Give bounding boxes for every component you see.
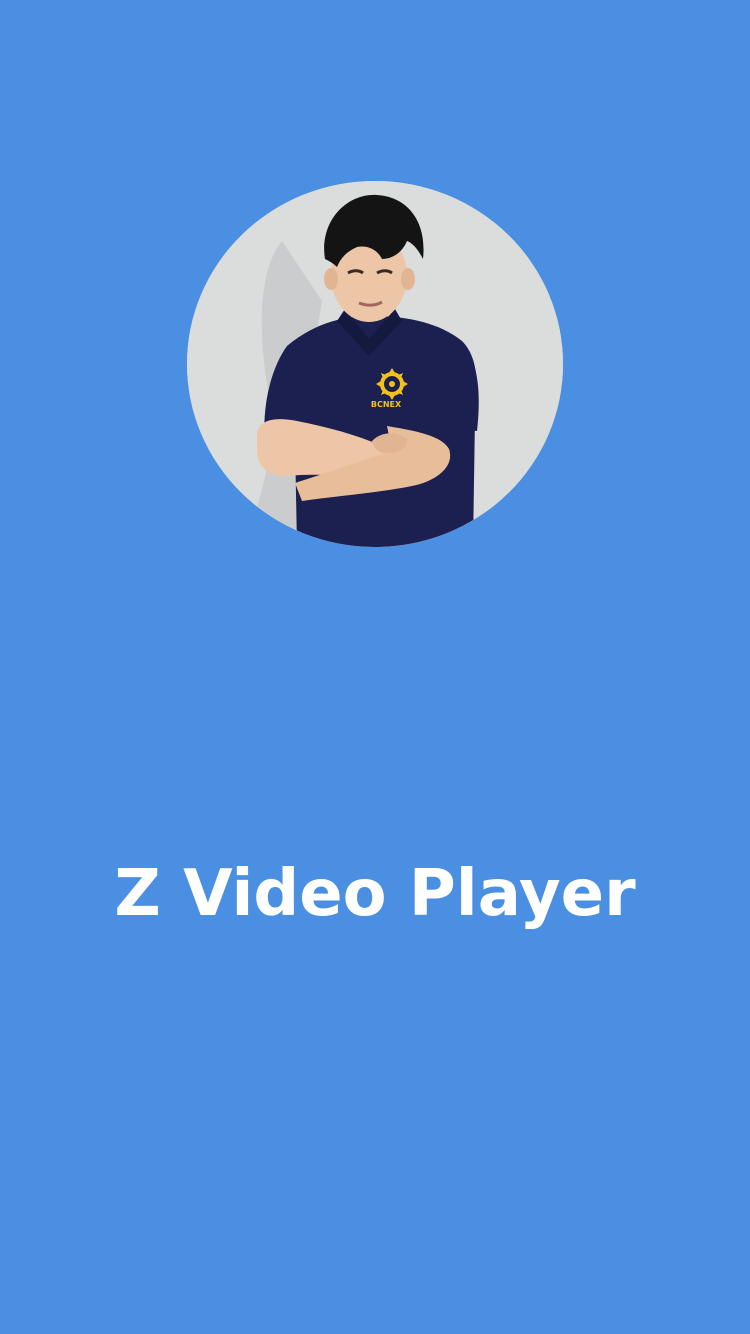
splash-screen: BCNEX Z Video Player [0,0,750,1334]
avatar: BCNEX [187,181,563,547]
app-title: Z Video Player [114,857,636,931]
shirt-logo-text: BCNEX [371,400,402,409]
profile-photo-icon: BCNEX [187,181,563,547]
